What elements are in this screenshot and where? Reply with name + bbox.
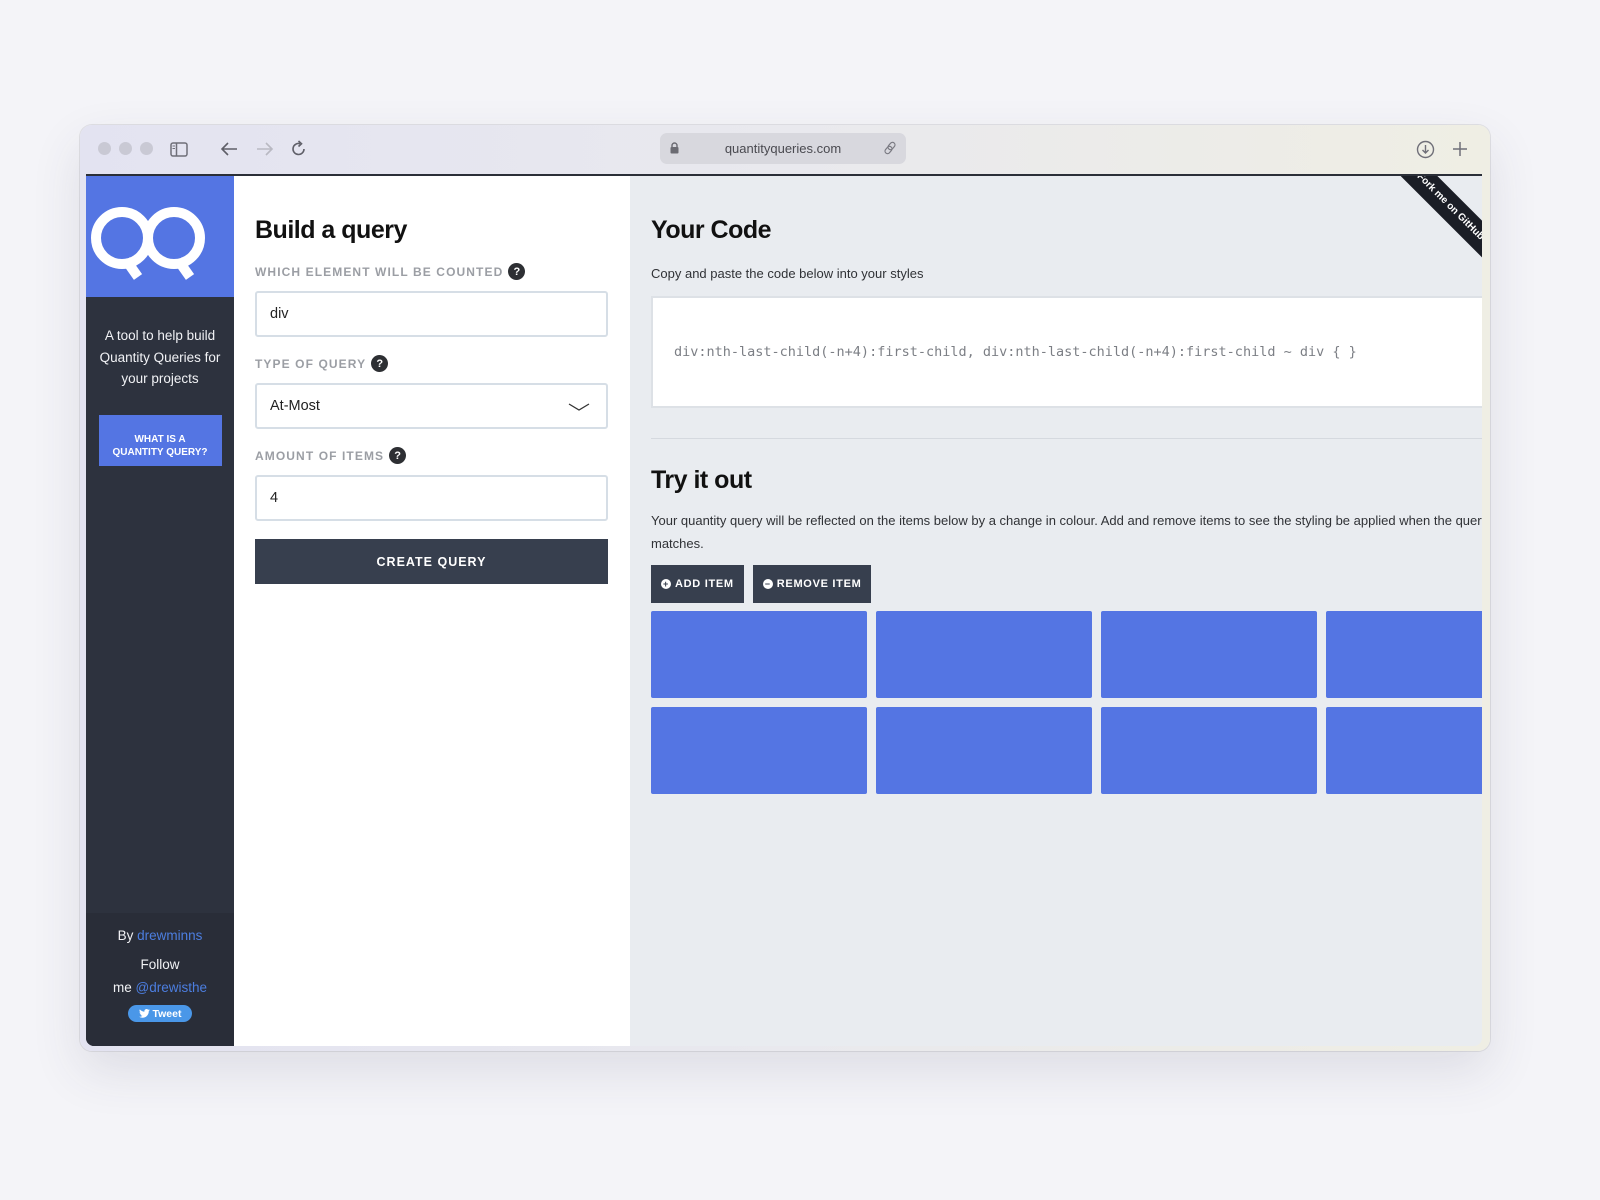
lock-icon (670, 142, 679, 157)
page-viewport: A tool to help build Quantity Queries fo… (86, 174, 1482, 1046)
url-text[interactable]: quantityqueries.com (725, 141, 841, 156)
your-code-title: Your Code (651, 216, 772, 244)
item-grid (651, 611, 1482, 794)
build-query-title: Build a query (255, 216, 407, 244)
section-divider (651, 438, 1482, 439)
what-is-quantity-query-button[interactable]: WHAT IS A QUANTITY QUERY? (98, 414, 222, 466)
try-it-out-title: Try it out (651, 466, 752, 494)
sidebar-toggle-icon[interactable] (167, 137, 191, 161)
sidebar: A tool to help build Quantity Queries fo… (86, 176, 234, 1046)
element-label-text: WHICH ELEMENT WILL BE COUNTED (255, 264, 504, 279)
author-credit: By drewminns (86, 928, 234, 943)
amount-label: AMOUNT OF ITEMS ? (255, 447, 609, 464)
qq-logo-icon (91, 207, 205, 280)
element-label: WHICH ELEMENT WILL BE COUNTED ? (255, 263, 609, 280)
browser-titlebar: quantityqueries.com (80, 125, 1490, 173)
back-arrow-icon[interactable] (217, 137, 241, 161)
demo-item (651, 611, 867, 698)
demo-item (1101, 707, 1317, 794)
demo-item (651, 707, 867, 794)
code-output[interactable]: div:nth-last-child(-n+4):first-child, di… (651, 296, 1482, 408)
minimize-window-button[interactable] (119, 142, 132, 155)
link-icon[interactable] (883, 141, 897, 158)
follow-me-label: me (112, 980, 132, 995)
what-button-line1: WHAT IS A (134, 434, 186, 445)
what-button-line2: QUANTITY QUERY? (112, 447, 208, 458)
help-icon[interactable]: ? (371, 355, 389, 372)
your-code-description: Copy and paste the code below into your … (651, 266, 924, 281)
remove-item-button[interactable]: − REMOVE ITEM (752, 565, 872, 603)
address-bar[interactable]: quantityqueries.com (660, 133, 906, 164)
demo-item (1326, 707, 1482, 794)
add-item-button[interactable]: + ADD ITEM (651, 565, 744, 603)
forward-arrow-icon[interactable] (253, 137, 277, 161)
amount-label-text: AMOUNT OF ITEMS (255, 448, 385, 463)
minus-circle-icon: − (762, 579, 773, 589)
download-icon[interactable] (1413, 137, 1437, 161)
help-icon[interactable]: ? (389, 447, 407, 464)
build-query-panel: Build a query WHICH ELEMENT WILL BE COUN… (234, 176, 630, 1046)
author-link[interactable]: drewminns (137, 928, 202, 943)
follow-label: Follow (140, 957, 180, 972)
chevron-down-icon (568, 400, 590, 416)
create-query-button[interactable]: CREATE QUERY (255, 539, 608, 584)
qq-logo[interactable] (86, 176, 234, 297)
window-controls (98, 142, 153, 155)
sidebar-tagline: A tool to help build Quantity Queries fo… (99, 328, 221, 386)
maximize-window-button[interactable] (140, 142, 153, 155)
amount-input[interactable]: 4 (255, 475, 608, 521)
demo-item (1326, 611, 1482, 698)
reload-icon[interactable] (287, 137, 311, 161)
query-type-value: At-Most (270, 398, 320, 414)
new-tab-icon[interactable] (1448, 137, 1472, 161)
item-controls: + ADD ITEM − REMOVE ITEM (651, 565, 1482, 603)
demo-item (876, 707, 1092, 794)
remove-item-label: REMOVE ITEM (776, 578, 862, 590)
query-type-select[interactable]: At-Most (255, 383, 608, 429)
close-window-button[interactable] (98, 142, 111, 155)
demo-item (876, 611, 1092, 698)
amount-input-value: 4 (270, 490, 279, 506)
browser-window: quantityqueries.com A tool to help build… (80, 125, 1490, 1051)
twitter-bird-icon (138, 1009, 150, 1018)
tweet-button[interactable]: Tweet (127, 1005, 193, 1022)
add-item-label: ADD ITEM (675, 578, 734, 590)
tweet-label: Tweet (152, 1007, 182, 1020)
query-type-label: TYPE OF QUERY ? (255, 355, 609, 372)
element-input-value: div (270, 306, 289, 322)
demo-item (1101, 611, 1317, 698)
twitter-handle-link[interactable]: @drewisthe (136, 980, 207, 995)
plus-circle-icon: + (661, 579, 671, 589)
follow-credit: Follow me @drewisthe (86, 953, 234, 999)
code-panel: Fork me on GitHub Your Code Copy and pas… (630, 176, 1482, 1046)
help-icon[interactable]: ? (508, 263, 526, 280)
element-input[interactable]: div (255, 291, 608, 337)
try-it-out-description: Your quantity query will be reflected on… (651, 513, 1482, 551)
sidebar-footer: By drewminns Follow me @drewisthe Tweet (86, 913, 234, 1046)
by-label: By (117, 928, 134, 943)
query-type-label-text: TYPE OF QUERY (255, 356, 367, 371)
